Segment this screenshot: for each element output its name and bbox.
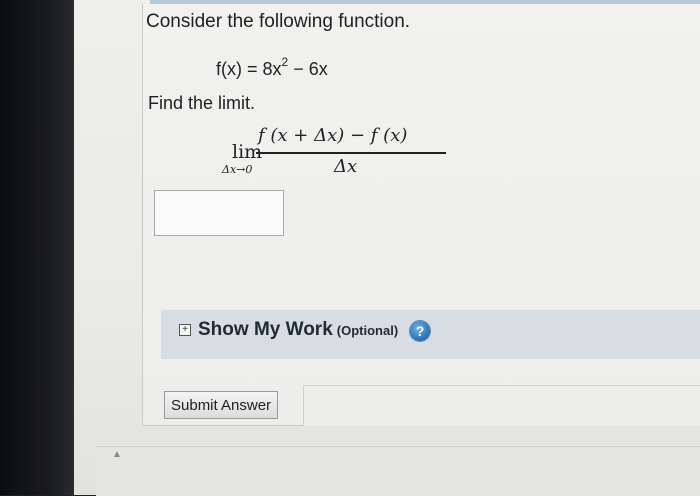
plus-box-icon[interactable]: + [179,324,191,336]
help-icon[interactable]: ? [410,321,430,341]
show-my-work-label[interactable]: Show My Work (Optional) [198,319,398,341]
bottom-panel [96,446,700,496]
function-definition: f(x) = 8x2 − 6x [216,55,328,80]
monitor-bezel [0,0,74,495]
question-prompt: Consider the following function. [146,11,411,32]
function-exponent: 2 [281,55,289,69]
function-lhs: f(x) = 8x [216,59,282,79]
function-rhs: − 6x [288,59,328,79]
instruction-text: Find the limit. [148,93,256,113]
side-panel [303,385,700,426]
cursor-mark-icon: ▲ [112,449,122,460]
fraction-bar [256,152,446,154]
limit-expression: lim Δx→0 f (x + Δx) − f (x) Δx [222,123,462,183]
show-my-work-bar[interactable]: + Show My Work (Optional) ? [161,310,700,359]
show-my-work-text[interactable]: Show My Work [198,319,333,340]
submit-answer-button[interactable]: Submit Answer [164,391,279,419]
answer-input[interactable] [154,190,284,236]
fraction-numerator: f (x + Δx) − f (x) [258,125,408,146]
fraction-denominator: Δx [334,156,358,177]
optional-label: (Optional) [336,323,399,338]
lim-subscript: Δx→0 [222,163,253,176]
